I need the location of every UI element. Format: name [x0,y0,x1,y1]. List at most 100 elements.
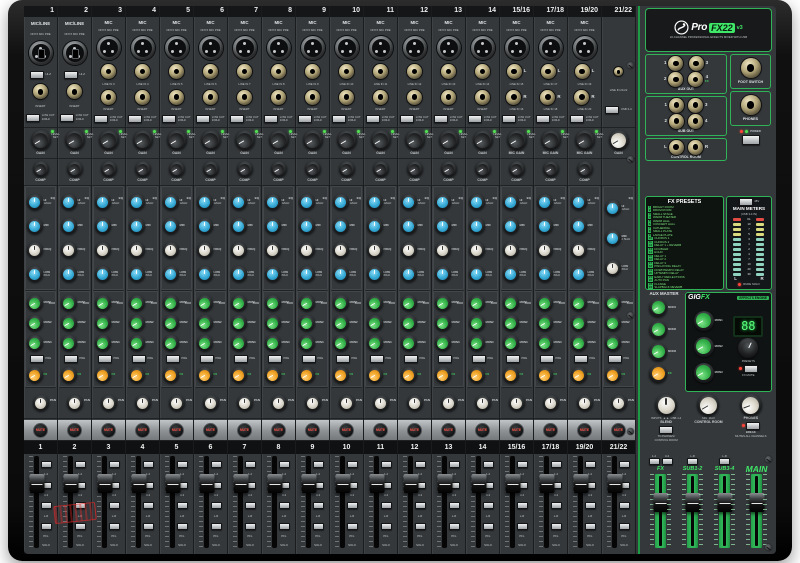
mon3-knob[interactable] [468,335,485,351]
mon2-knob[interactable] [570,315,587,331]
mon2-knob[interactable] [366,315,383,331]
eq-hi-knob[interactable] [604,200,621,216]
assign-lr-switch[interactable] [516,502,528,510]
assign-lr-switch[interactable] [414,502,426,510]
fx-send-knob[interactable] [400,367,417,383]
fader-cap[interactable] [403,474,418,494]
pan-knob[interactable] [66,395,83,411]
mon3-knob[interactable] [264,335,281,351]
mon2-knob[interactable] [60,315,77,331]
eq-freq-knob[interactable] [502,242,519,258]
control_room-jack[interactable] [688,139,703,155]
mute-button[interactable]: MUTE [407,422,422,438]
assign-1-2-switch[interactable] [142,461,154,469]
mute-button[interactable]: MUTE [203,422,218,438]
mon1-knob[interactable] [196,295,213,311]
pre-post-switch[interactable] [403,355,418,363]
line-in-left-jack[interactable] [574,63,590,79]
mic-jack[interactable] [470,36,495,61]
channel-fader[interactable] [335,456,350,549]
mon1-knob[interactable] [60,295,77,311]
solo-switch[interactable] [244,522,256,530]
comp-knob[interactable] [372,161,389,178]
fx-send-knob[interactable] [468,367,485,383]
eq-mid-knob[interactable] [60,218,77,234]
mic-jack[interactable] [130,36,155,61]
fader-cap[interactable] [301,474,316,494]
mon1-knob[interactable] [230,295,247,311]
mute-button[interactable]: MUTE [135,422,150,438]
mic-jack[interactable] [402,36,427,61]
eq-low-knob[interactable] [298,266,315,282]
mute-button[interactable]: MUTE [475,422,490,438]
fx-send-knob[interactable] [26,367,43,383]
pre-post-switch[interactable] [369,355,384,363]
aux_out-jack[interactable] [688,56,704,71]
fader-cap[interactable] [267,474,282,494]
insert-jack[interactable] [67,84,82,100]
line-in-right-jack[interactable] [540,89,556,105]
solo-switch[interactable] [618,522,630,530]
eq-low-knob[interactable] [502,266,519,282]
eq-mid-knob[interactable] [604,230,621,246]
assign-lr-switch[interactable] [550,502,562,510]
pre-post-switch[interactable] [63,355,78,363]
lowcut-switch[interactable] [434,115,449,124]
fx-send-knob[interactable] [604,367,621,383]
mon3-knob[interactable] [26,335,43,351]
mic-jack[interactable] [266,36,291,61]
eq-mid-knob[interactable] [332,218,349,234]
fader-cap[interactable] [335,474,350,494]
eq-hi-knob[interactable] [26,194,43,210]
fx-send-knob[interactable] [502,367,519,383]
eq-freq-knob[interactable] [570,242,587,258]
eq-mid-knob[interactable] [128,218,145,234]
foot-switch-jack[interactable] [740,58,761,78]
master-assign-switch[interactable] [648,458,660,465]
gain-knob[interactable] [98,129,119,151]
assign-lr-switch[interactable] [448,502,460,510]
assign-lr-switch[interactable] [346,502,358,510]
comp-knob[interactable] [440,161,457,178]
gain-knob[interactable] [370,129,391,151]
fx-send-knob[interactable] [128,367,145,383]
pre-post-switch[interactable] [335,355,350,363]
eq-hi-knob[interactable] [60,194,77,210]
assign-1-2-switch[interactable] [278,461,290,469]
solo-switch[interactable] [448,522,460,530]
mon1-knob[interactable] [128,295,145,311]
phones-knob[interactable] [739,394,762,416]
gain-knob[interactable] [438,129,459,151]
usb-3-4-switch[interactable] [605,105,620,114]
eq-low-knob[interactable] [366,266,383,282]
mon1-knob[interactable] [26,295,43,311]
mon1-knob[interactable] [604,295,621,311]
mute-button[interactable]: MUTE [33,422,48,438]
channel-fader[interactable] [471,456,486,549]
pan-knob[interactable] [236,395,253,411]
mon2-knob[interactable] [434,315,451,331]
mon2-knob[interactable] [162,315,179,331]
assign-lr-switch[interactable] [278,502,290,510]
to-phones-control-room-switch[interactable] [659,426,674,435]
eq-mid-knob[interactable] [434,218,451,234]
eq-low-knob[interactable] [434,266,451,282]
eq-mid-knob[interactable] [162,218,179,234]
fader-cap[interactable] [29,474,44,494]
lowcut-switch[interactable] [230,115,245,124]
fader-cap[interactable] [717,493,732,513]
pan-knob[interactable] [576,395,593,411]
solo-switch[interactable] [516,522,528,530]
eq-mid-knob[interactable] [536,218,553,234]
aux-master-knob-3[interactable] [649,342,667,361]
pre-post-switch[interactable] [97,355,112,363]
control-room-knob[interactable] [696,393,721,417]
master-fader[interactable] [749,474,764,548]
channel-fader[interactable] [131,456,146,549]
eq-mid-knob[interactable] [400,218,417,234]
mute-button[interactable]: MUTE [237,422,252,438]
assign-1-2-switch[interactable] [74,461,86,469]
mic-jack[interactable] [198,36,223,61]
mon3-knob[interactable] [570,335,587,351]
channel-fader[interactable] [539,456,554,549]
